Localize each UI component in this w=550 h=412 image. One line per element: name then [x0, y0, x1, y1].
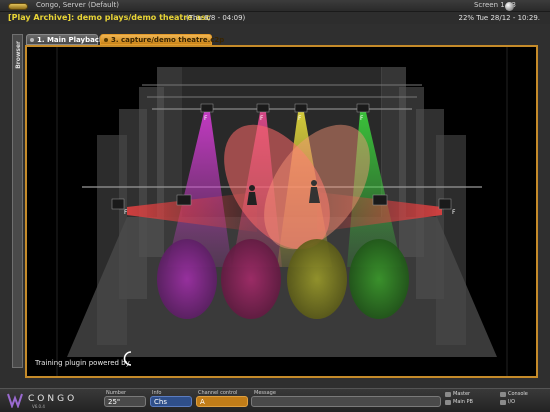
side-fixture[interactable] [111, 198, 125, 210]
fixture-label: F [360, 115, 364, 122]
tab-close-icon[interactable] [30, 38, 34, 42]
side-fixture[interactable] [176, 194, 192, 206]
fixture-label: F [298, 115, 302, 122]
version-label: V6.0.4 [32, 404, 45, 409]
congo-logo-icon [7, 393, 23, 408]
stage-scene[interactable]: F F F F F F [27, 47, 536, 376]
moving-head-fixture[interactable] [200, 103, 214, 113]
fixture-label: F [260, 115, 264, 122]
browser-label: Browser [15, 41, 22, 69]
io-label[interactable]: I/O [508, 399, 515, 405]
main-pb-button-icon[interactable] [445, 400, 451, 405]
disk-usage-icon [505, 2, 514, 11]
fixture-label: F [452, 209, 456, 216]
fixture-label: F [204, 115, 208, 122]
fixture-label: F [124, 209, 128, 216]
master-button-icon[interactable] [445, 392, 451, 397]
performer-figure [249, 185, 255, 191]
magenta-floor-pool [157, 239, 217, 319]
green-floor-pool [349, 239, 409, 319]
console-label[interactable]: Console [508, 391, 528, 397]
congo-app-icon[interactable] [8, 3, 28, 10]
congo-logo-text: CONGO [28, 394, 78, 404]
side-fixture[interactable] [438, 198, 452, 210]
browser-sidebar-toggle[interactable]: Browser [12, 34, 23, 368]
moving-head-fixture[interactable] [256, 103, 270, 113]
info-field[interactable]: Chs [150, 396, 192, 407]
archive-name: [Play Archive]: demo plays/demo theatre.… [8, 13, 211, 22]
wing-flat [97, 135, 127, 345]
number-field[interactable]: 25" [104, 396, 146, 407]
bottom-command-bar: CONGO V6.0.4 Number 25" Info Chs Channel… [0, 388, 550, 412]
tab-capture-demo-theatre[interactable]: 3. capture/demo theatre.c2p [100, 34, 224, 45]
io-button-icon[interactable] [500, 400, 506, 405]
training-plugin-text: Training plugin powered by [35, 359, 130, 367]
status-clock: 22% Tue 28/12 - 10:29. [458, 14, 540, 22]
title-bar: Congo, Server (Default) Screen 1 / 3 [0, 0, 550, 12]
archive-timestamp: (Thu 6/8 - 04:09) [186, 14, 246, 22]
yellow-floor-pool [287, 239, 347, 319]
performer-figure [311, 180, 317, 186]
tab-close-icon[interactable] [104, 38, 108, 42]
tab-main-playback[interactable]: 1. Main Playback [26, 34, 104, 45]
console-button-icon[interactable] [500, 392, 506, 397]
moving-head-fixture[interactable] [356, 103, 370, 113]
wing-flat [436, 135, 466, 345]
channel-control-field[interactable]: A [196, 396, 248, 407]
master-label[interactable]: Master [453, 391, 470, 397]
main-pb-label[interactable]: Main PB [453, 399, 473, 405]
tab-label: 3. capture/demo theatre.c2p [111, 36, 225, 44]
window-title: Congo, Server (Default) [36, 1, 120, 9]
stage-visualizer[interactable]: F F F F F F Training plugin powered by [25, 45, 538, 378]
pink-floor-pool [221, 239, 281, 319]
message-field[interactable] [251, 396, 441, 407]
info-bar: [Play Archive]: demo plays/demo theatre.… [0, 2, 550, 24]
tab-label: 1. Main Playback [37, 36, 104, 44]
moving-head-fixture[interactable] [294, 103, 308, 113]
side-fixture[interactable] [372, 194, 388, 206]
